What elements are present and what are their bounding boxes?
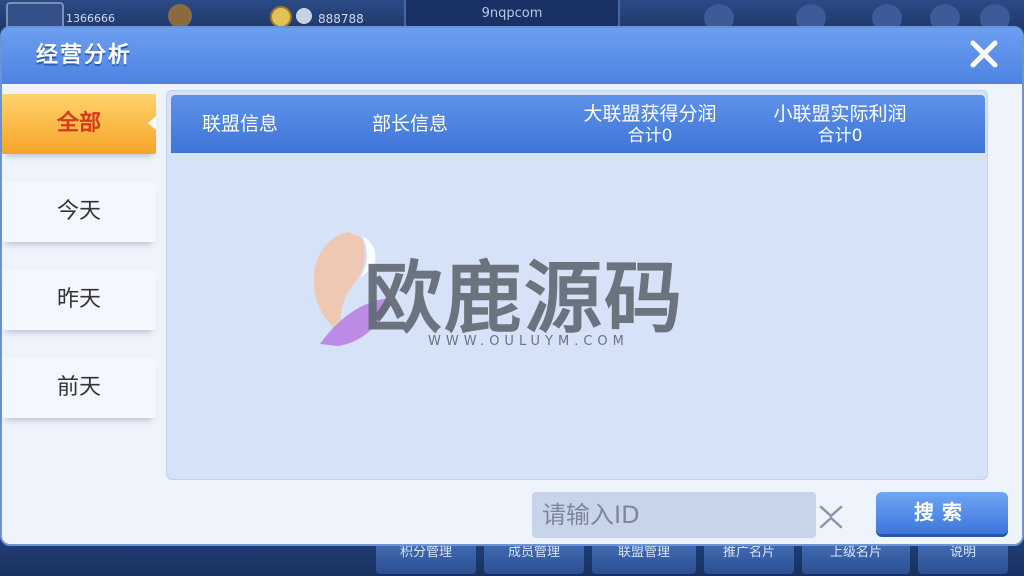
tab-today[interactable]: 今天 <box>2 182 156 242</box>
gem-icon <box>296 8 312 24</box>
tab-all[interactable]: 全部 <box>2 94 156 154</box>
close-button[interactable] <box>966 36 1002 72</box>
column-small-alliance-profit: 小联盟实际利润 合计0 <box>755 99 925 146</box>
search-button[interactable]: 搜索 <box>876 492 1008 534</box>
column-alliance-info: 联盟信息 <box>201 113 278 135</box>
coin-icon <box>270 6 292 28</box>
tab-day-before[interactable]: 前天 <box>2 358 156 418</box>
clear-icon[interactable] <box>818 504 844 530</box>
column-label: 小联盟实际利润 <box>773 103 907 125</box>
tab-yesterday[interactable]: 昨天 <box>2 270 156 330</box>
user-id: 1366666 <box>66 12 115 25</box>
watermark-text: 欧鹿源码 <box>364 254 685 344</box>
column-big-alliance-share: 大联盟获得分润 合计0 <box>565 99 735 146</box>
search-input[interactable] <box>532 492 816 538</box>
column-label: 大联盟获得分润 <box>583 103 717 125</box>
close-icon <box>970 40 998 68</box>
watermark-url: WWW.OULUYM.COM <box>428 334 629 349</box>
column-minister-info: 部长信息 <box>371 113 448 135</box>
modal-header: 经营分析 <box>2 28 1022 84</box>
column-total: 合计0 <box>817 126 863 146</box>
gold-amount: 888788 <box>318 12 364 26</box>
modal-title: 经营分析 <box>36 43 133 68</box>
tab-pointer-icon <box>148 116 156 130</box>
badge-icon <box>168 4 192 28</box>
column-total: 合计0 <box>627 126 673 146</box>
table-header: 联盟信息 部长信息 大联盟获得分润 合计0 小联盟实际利润 合计0 <box>171 95 985 153</box>
